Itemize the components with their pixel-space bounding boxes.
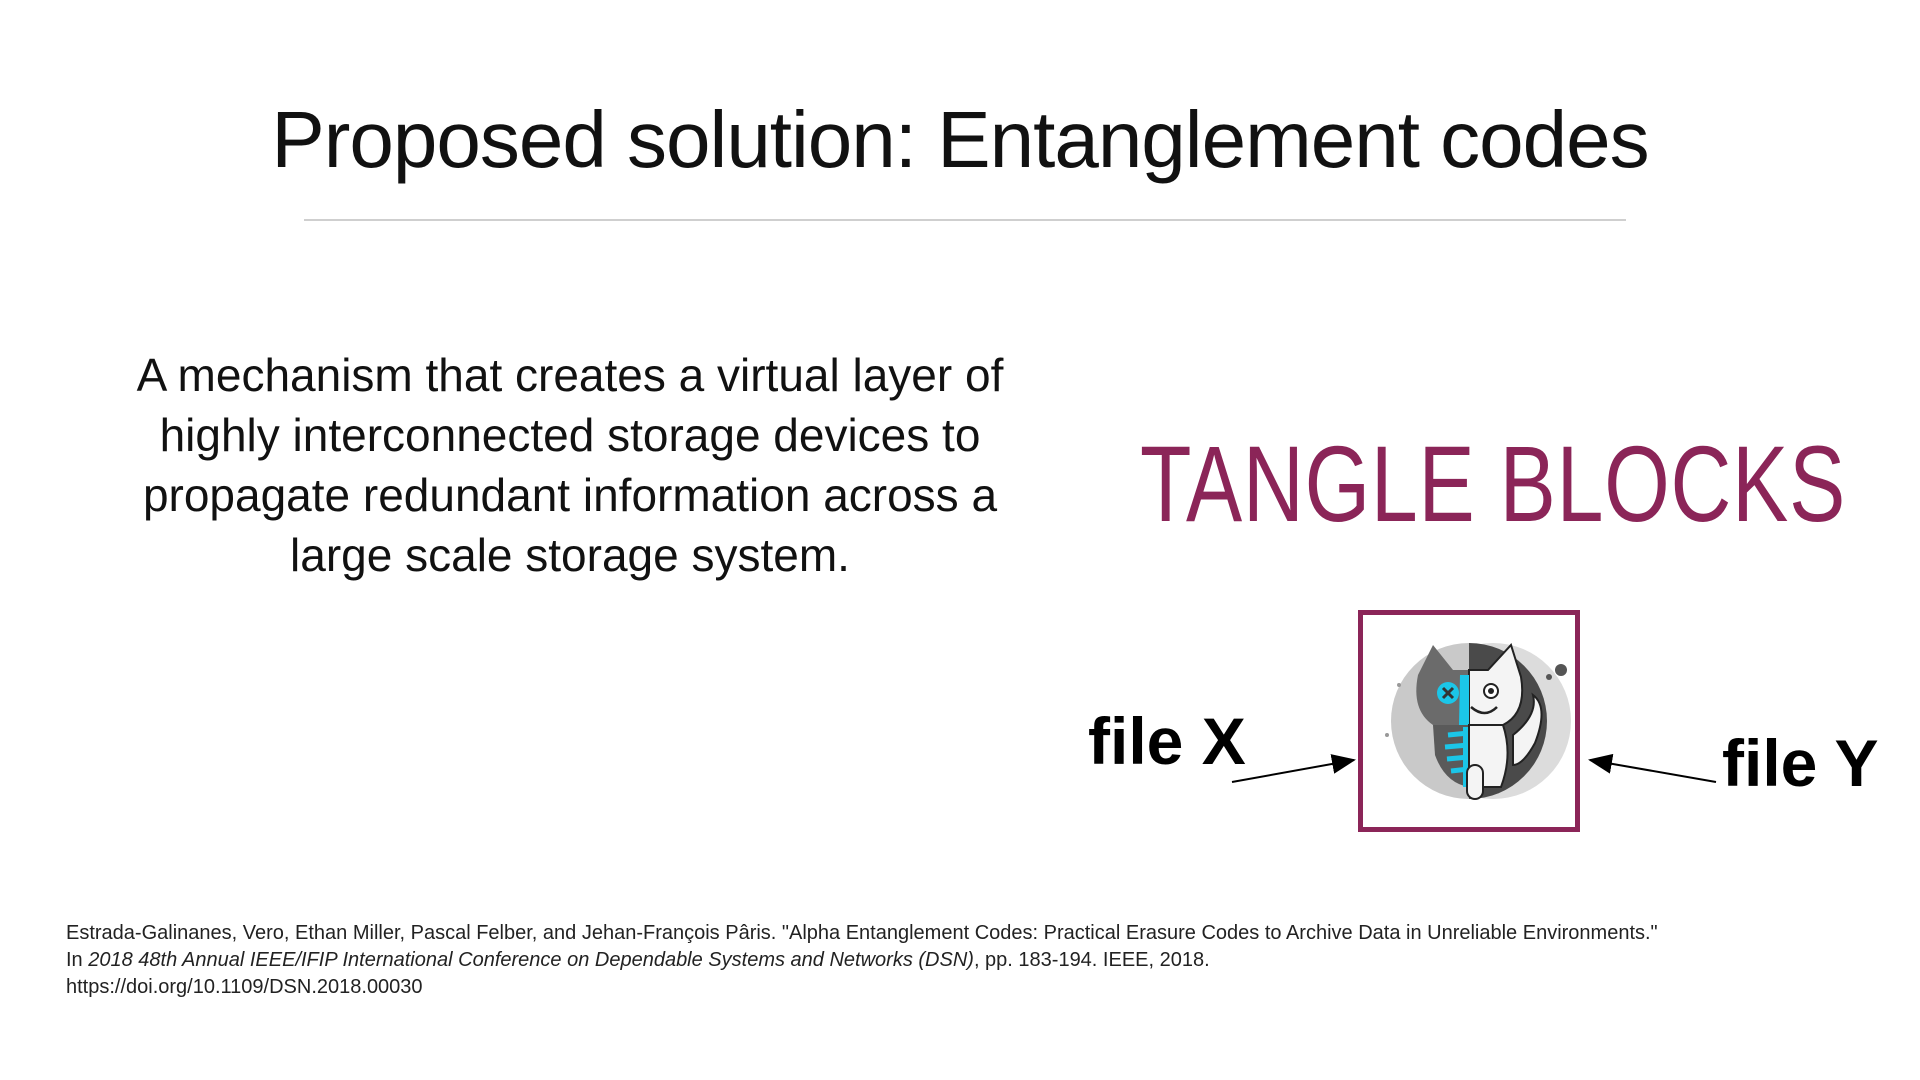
file-y-label: file Y [1722, 726, 1879, 800]
title-divider [304, 219, 1626, 221]
file-x-label: file X [1088, 704, 1246, 778]
tangle-blocks-logo [1358, 610, 1580, 832]
citation-venue: 2018 48th Annual IEEE/IFIP International… [88, 949, 974, 971]
citation-line-2-prefix: In [66, 949, 89, 971]
citation-line-2-suffix: , pp. 183-194. IEEE, 2018. [973, 949, 1210, 971]
description-text: A mechanism that creates a virtual layer… [136, 349, 1004, 581]
slide-title: Proposed solution: Entanglement codes [271, 95, 1649, 184]
arrow-file-x [1231, 754, 1356, 783]
citation: Estrada-Galinanes, Vero, Ethan Miller, P… [66, 920, 1866, 1001]
arrow-file-y [1588, 753, 1717, 783]
citation-line-1: Estrada-Galinanes, Vero, Ethan Miller, P… [66, 922, 1658, 944]
brand-text: TANGLE BLOCKS [1140, 423, 1847, 544]
cat-xray-logo-icon [1385, 643, 1571, 800]
citation-line-2: In 2018 48th Annual IEEE/IFIP Internatio… [66, 947, 1866, 974]
citation-doi-link[interactable]: https://doi.org/10.1109/DSN.2018.00030 [66, 974, 1866, 1001]
